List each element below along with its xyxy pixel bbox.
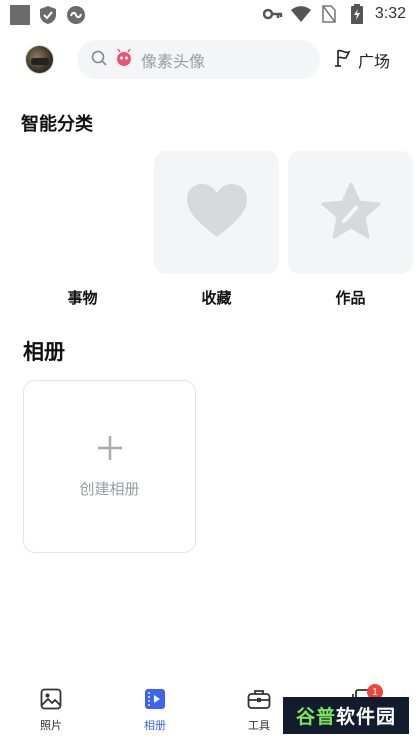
plus-icon <box>96 434 124 466</box>
key-icon <box>262 4 283 24</box>
star-pen-icon <box>321 182 381 244</box>
nav-tab-tools[interactable]: 工具 <box>229 688 289 733</box>
shield-check-icon <box>38 5 58 25</box>
nav-label-tools: 工具 <box>248 719 270 732</box>
create-album-button[interactable]: 创建相册 <box>23 380 196 553</box>
search-placeholder: 像素头像 <box>141 51 206 71</box>
wifi-icon <box>290 4 311 24</box>
category-label-favorites: 收藏 <box>201 289 232 307</box>
clock: 3:32 <box>374 5 406 22</box>
battery-charging-icon <box>347 4 367 24</box>
sync-icon <box>66 5 86 25</box>
category-label-things: 事物 <box>67 289 98 307</box>
heart-icon <box>186 183 248 243</box>
nav-tab-albums[interactable]: 相册 <box>125 688 185 733</box>
category-card-works[interactable] <box>288 151 413 274</box>
watermark-text-b: 软件园 <box>336 706 397 728</box>
search-icon <box>91 50 107 70</box>
album-icon <box>144 688 166 714</box>
watermark-logo: 谷普 软件园 <box>283 697 409 734</box>
avatar[interactable] <box>25 45 54 74</box>
flag-icon <box>332 48 352 72</box>
bug-mascot-icon <box>115 48 133 71</box>
section-title-smart-categories: 智能分类 <box>21 114 93 135</box>
status-bar: 3:32 <box>0 0 416 30</box>
nav-label-photos: 照片 <box>40 719 62 732</box>
toolbox-icon <box>247 688 271 714</box>
no-sim-icon <box>319 4 339 24</box>
plaza-label: 广场 <box>358 52 391 71</box>
nav-label-albums: 相册 <box>144 719 166 732</box>
search-bar[interactable]: 像素头像 <box>77 40 320 79</box>
photo-icon <box>40 688 62 714</box>
nav-tab-photos[interactable]: 照片 <box>21 688 81 733</box>
category-card-favorites[interactable] <box>154 151 279 274</box>
gallery-icon <box>10 5 30 25</box>
watermark-text-a: 谷普 <box>295 706 336 728</box>
category-label-works: 作品 <box>335 289 366 307</box>
section-title-albums: 相册 <box>23 340 65 364</box>
create-album-label: 创建相册 <box>79 480 140 498</box>
plaza-button[interactable]: 广场 <box>332 48 390 72</box>
